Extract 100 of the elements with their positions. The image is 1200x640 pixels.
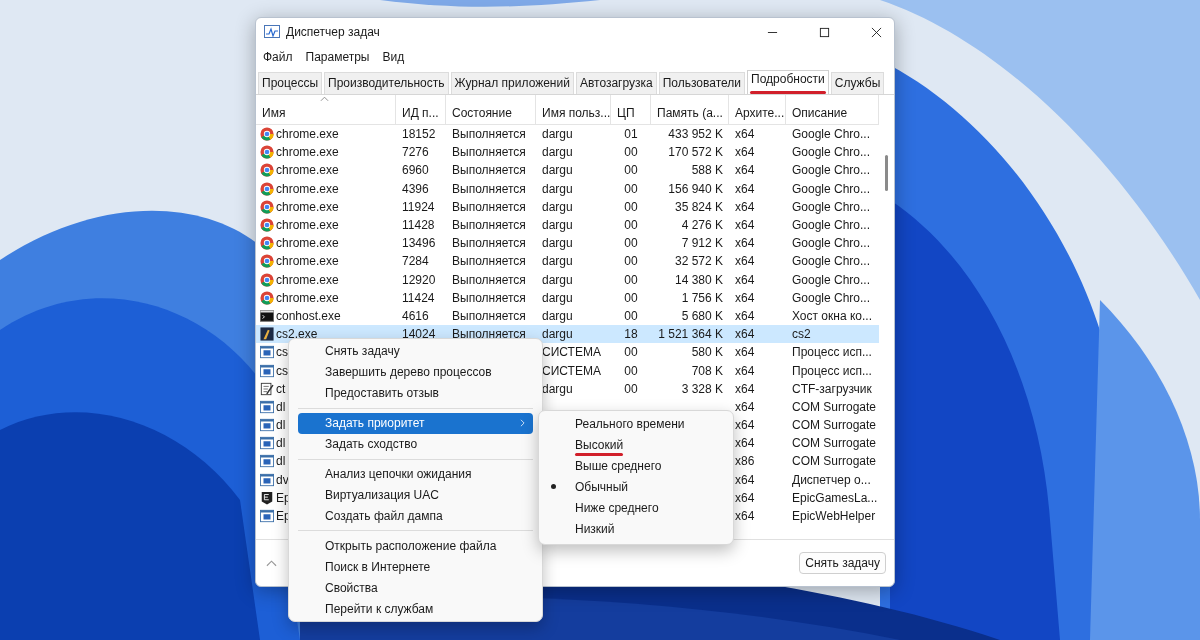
- table-cell: x86: [735, 454, 755, 469]
- table-cell: x64: [735, 181, 755, 196]
- table-cell: chrome.exe: [276, 127, 339, 142]
- context-menu-item[interactable]: Предоставить отзыв: [298, 382, 533, 404]
- table-cell: 4616: [402, 308, 429, 323]
- table-cell: dargu: [542, 145, 573, 160]
- column-header[interactable]: Память (а...: [651, 95, 729, 124]
- priority-option[interactable]: Низкий: [539, 518, 733, 539]
- chrome-icon: [260, 163, 274, 178]
- table-cell: CTF-загрузчик: [792, 381, 872, 396]
- table-cell: chrome.exe: [276, 272, 339, 287]
- table-cell: 00: [624, 363, 638, 378]
- table-cell: 1 756 K: [681, 290, 723, 305]
- chevron-up-icon[interactable]: [266, 559, 277, 567]
- priority-option[interactable]: Обычный: [539, 476, 733, 497]
- table-cell: 01: [624, 127, 638, 142]
- tab[interactable]: Производительность: [324, 72, 449, 94]
- window-icon: [260, 345, 274, 360]
- table-cell: Процесс исп...: [792, 363, 872, 378]
- maximize-icon[interactable]: [819, 26, 830, 38]
- table-cell: 00: [624, 145, 638, 160]
- table-cell: chrome.exe: [276, 163, 339, 178]
- table-cell: ct: [276, 381, 286, 396]
- table-cell: 35 824 K: [674, 199, 723, 214]
- end-task-button[interactable]: Снять задачу: [799, 552, 886, 574]
- window-title: Диспетчер задач: [286, 25, 380, 39]
- table-cell: dl: [276, 436, 286, 451]
- table-cell: cs: [276, 345, 288, 360]
- table-cell: dargu: [542, 308, 573, 323]
- pen-note-icon: [260, 381, 274, 396]
- table-cell: Выполняется: [452, 218, 526, 233]
- table-cell: 00: [624, 381, 638, 396]
- table-cell: x64: [735, 509, 755, 524]
- table-cell: dargu: [542, 181, 573, 196]
- column-header[interactable]: ИД п...: [396, 95, 446, 124]
- menu-item[interactable]: Параметры: [305, 50, 370, 64]
- priority-option[interactable]: Высокий: [539, 434, 733, 455]
- context-menu-item[interactable]: Открыть расположение файла: [298, 535, 533, 557]
- chrome-icon: [260, 127, 274, 142]
- context-menu-item[interactable]: Задать приоритет: [298, 412, 533, 434]
- table-cell: Google Chro...: [792, 127, 871, 142]
- context-menu-item[interactable]: Свойства: [298, 577, 533, 599]
- context-menu-item[interactable]: Перейти к службам: [298, 598, 533, 620]
- table-cell: COM Surrogate: [792, 454, 877, 469]
- table-cell: 433 952 K: [668, 127, 723, 142]
- table-cell: dargu: [542, 327, 573, 342]
- scrollbar-thumb[interactable]: [885, 155, 888, 191]
- context-menu-item[interactable]: Анализ цепочки ожидания: [298, 463, 533, 485]
- table-cell: dargu: [542, 381, 573, 396]
- table-cell: 18152: [402, 127, 436, 142]
- priority-option[interactable]: Выше среднего: [539, 455, 733, 476]
- tab[interactable]: Процессы: [258, 72, 322, 94]
- table-cell: x64: [735, 199, 755, 214]
- context-menu-item[interactable]: Виртуализация UAC: [298, 484, 533, 506]
- chrome-icon: [260, 272, 274, 287]
- menu-item[interactable]: Вид: [382, 50, 405, 64]
- table-cell: chrome.exe: [276, 218, 339, 233]
- column-header[interactable]: Состояние: [446, 95, 536, 124]
- window-icon: [260, 454, 274, 469]
- chrome-icon: [260, 254, 274, 269]
- tab[interactable]: Журнал приложений: [450, 72, 574, 94]
- priority-option[interactable]: Реального времени: [539, 413, 733, 434]
- table-cell: Процесс исп...: [792, 345, 872, 360]
- console-icon: [260, 308, 274, 323]
- table-cell: Google Chro...: [792, 145, 871, 160]
- table-cell: dl: [276, 418, 286, 433]
- tab[interactable]: Подробности: [747, 70, 829, 94]
- table-cell: Google Chro...: [792, 290, 871, 305]
- table-cell: x64: [735, 236, 755, 251]
- table-cell: 00: [624, 308, 638, 323]
- context-menu-item[interactable]: Поиск в Интернете: [298, 556, 533, 578]
- column-header[interactable]: Имя: [256, 95, 396, 124]
- tab[interactable]: Пользователи: [658, 72, 746, 94]
- table-cell: dargu: [542, 254, 573, 269]
- table-cell: 4396: [402, 181, 429, 196]
- table-cell: COM Surrogate: [792, 418, 877, 433]
- chrome-icon: [260, 145, 274, 160]
- table-cell: Google Chro...: [792, 199, 871, 214]
- table-cell: Google Chro...: [792, 272, 871, 287]
- chrome-icon: [260, 218, 274, 233]
- chrome-icon: [260, 236, 274, 251]
- tab[interactable]: Службы: [830, 72, 885, 94]
- table-cell: Google Chro...: [792, 236, 871, 251]
- menu-item[interactable]: Файл: [263, 50, 293, 64]
- context-menu-item[interactable]: Снять задачу: [298, 341, 533, 362]
- context-menu-item[interactable]: Задать сходство: [298, 433, 533, 455]
- table-cell: dl: [276, 454, 286, 469]
- context-menu-item[interactable]: Завершить дерево процессов: [298, 361, 533, 383]
- table-cell: 11924: [402, 199, 435, 214]
- column-header[interactable]: ЦП: [611, 95, 651, 124]
- table-cell: Google Chro...: [792, 163, 871, 178]
- context-menu-item[interactable]: Создать файл дампа: [298, 505, 533, 527]
- priority-option[interactable]: Ниже среднего: [539, 497, 733, 518]
- tab[interactable]: Автозагрузка: [575, 72, 657, 94]
- close-icon[interactable]: [871, 26, 882, 38]
- table-cell: 00: [624, 236, 638, 251]
- column-header[interactable]: Архите...: [729, 95, 786, 124]
- column-header[interactable]: Описание: [786, 95, 879, 124]
- table-cell: 7276: [402, 145, 429, 160]
- column-header[interactable]: Имя польз...: [536, 95, 611, 124]
